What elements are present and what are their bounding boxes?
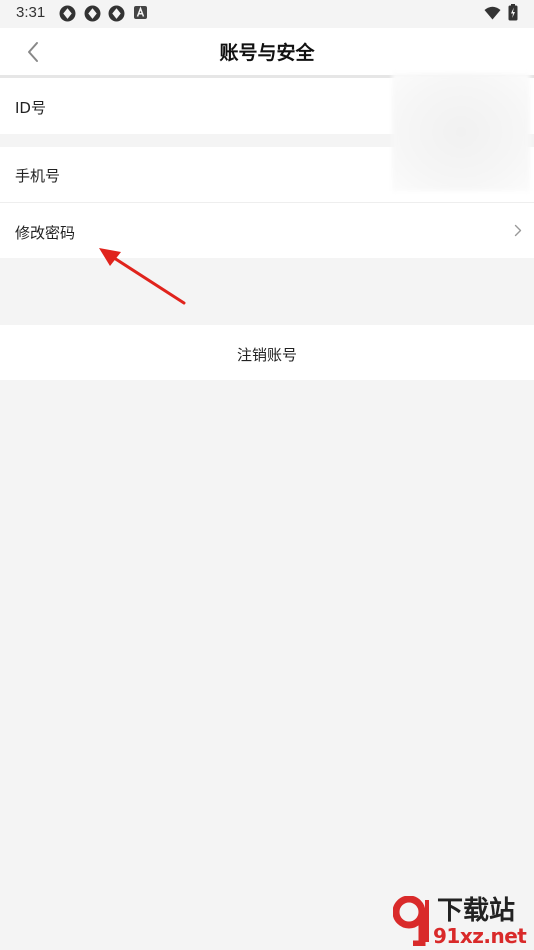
battery-icon <box>508 4 518 21</box>
annotation-arrow <box>99 248 186 305</box>
navigation-bar: 账号与安全 <box>0 28 534 75</box>
watermark-text-top: 下载站 <box>437 896 516 926</box>
watermark-logo-icon <box>393 896 429 946</box>
watermark-text-bottom: 91xz.net <box>433 924 527 948</box>
change-password-label: 修改密码 <box>15 224 76 242</box>
chevron-right-icon <box>514 224 522 237</box>
phone-label: 手机号 <box>15 167 61 185</box>
redaction-blur <box>392 73 530 191</box>
watermark: 下载站 91xz.net <box>393 890 533 948</box>
settings-row-change-password[interactable]: 修改密码 <box>0 203 534 258</box>
aperture-icon <box>108 5 125 22</box>
page-title: 账号与安全 <box>219 42 315 64</box>
logout-account-button[interactable]: 注销账号 <box>0 325 534 380</box>
id-label: ID号 <box>15 99 46 117</box>
status-time: 3:31 <box>16 4 46 21</box>
status-bar: 3:31 <box>0 0 534 28</box>
wifi-icon <box>484 6 501 20</box>
aperture-icon <box>59 5 76 22</box>
aperture-icon <box>84 5 101 22</box>
logout-label: 注销账号 <box>236 346 297 364</box>
a-badge-icon <box>134 6 147 19</box>
